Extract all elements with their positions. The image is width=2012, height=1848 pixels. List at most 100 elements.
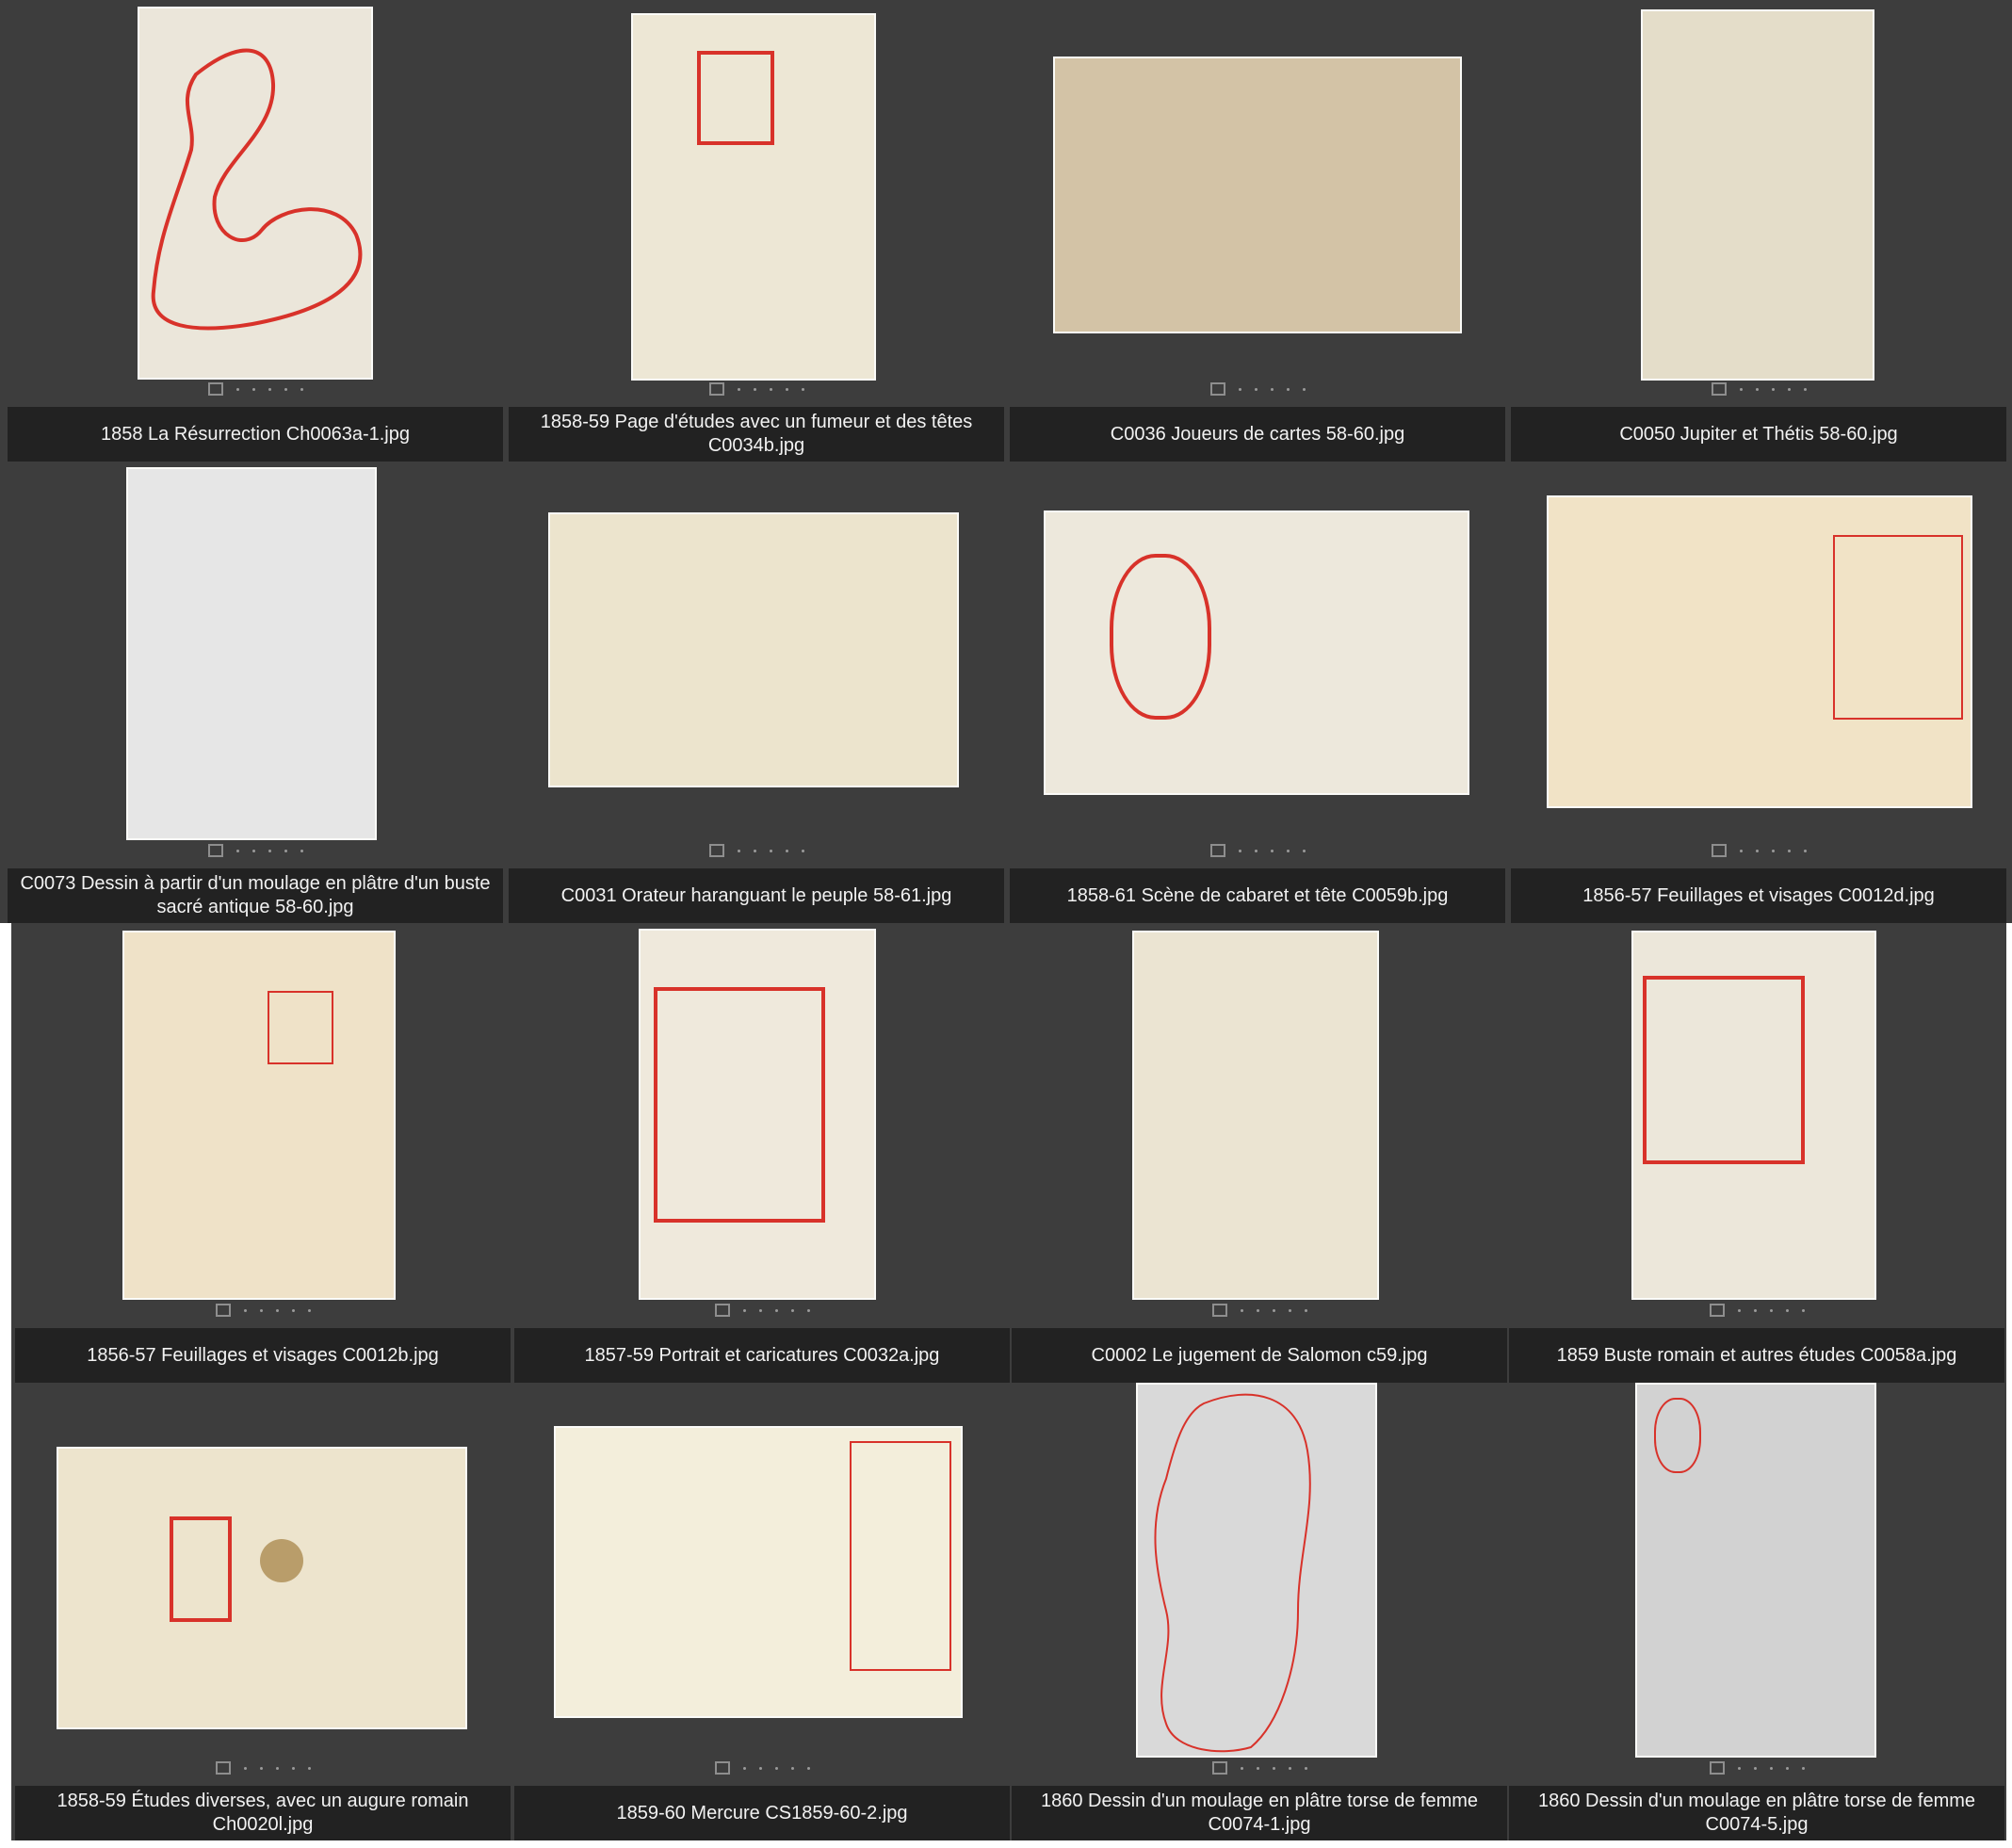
select-checkbox[interactable]	[1709, 1761, 1725, 1775]
thumbnail-image[interactable]	[1134, 932, 1377, 1298]
thumbnail-rating[interactable]	[15, 1759, 511, 1776]
thumbnail-frame	[1010, 4, 1505, 377]
thumbnail-rating[interactable]	[509, 381, 1004, 397]
thumbnail-caption: C0073 Dessin à partir d'un moulage en pl…	[8, 868, 503, 923]
select-checkbox[interactable]	[1209, 382, 1225, 396]
thumbnail-image[interactable]	[641, 931, 874, 1298]
thumbnail-paper	[1134, 932, 1377, 1298]
annotation-rectangle	[1643, 976, 1805, 1164]
thumbnail-image[interactable]	[58, 1449, 465, 1727]
thumbnail-frame	[15, 925, 511, 1298]
thumbnail-caption: 1856-57 Feuillages et visages C0012d.jpg	[1511, 868, 2006, 923]
thumbnail-image[interactable]	[1055, 58, 1460, 332]
thumbnail-cell[interactable]: 1856-57 Feuillages et visages C0012b.jpg	[15, 925, 511, 1386]
thumbnail-cell[interactable]: 1856-57 Feuillages et visages C0012d.jpg	[1511, 465, 2006, 927]
thumbnail-rating[interactable]	[1509, 1302, 2004, 1319]
thumbnail-rating[interactable]	[1509, 1759, 2004, 1776]
thumbnail-caption: 1858-59 Études diverses, avec un augure …	[15, 1786, 511, 1840]
thumbnail-rating[interactable]	[1012, 1759, 1507, 1776]
thumbnail-cell[interactable]: 1858-61 Scène de cabaret et tête C0059b.…	[1010, 465, 1505, 927]
select-checkbox[interactable]	[1711, 382, 1727, 396]
thumbnail-image[interactable]	[139, 8, 371, 378]
thumbnail-rating[interactable]	[1010, 381, 1505, 397]
select-checkbox[interactable]	[1711, 844, 1727, 857]
select-checkbox[interactable]	[1211, 1304, 1227, 1317]
thumbnail-frame	[1012, 925, 1507, 1298]
thumbnail-cell[interactable]: 1858 La Résurrection Ch0063a-1.jpg	[8, 4, 503, 465]
thumbnail-paper	[1643, 11, 1873, 379]
thumbnail-cell[interactable]: C0031 Orateur haranguant le peuple 58-61…	[509, 465, 1004, 927]
thumbnail-caption: 1858 La Résurrection Ch0063a-1.jpg	[8, 407, 503, 462]
thumbnail-image[interactable]	[1046, 512, 1468, 793]
thumbnail-frame	[1012, 1383, 1507, 1756]
thumbnail-frame	[509, 465, 1004, 838]
thumbnail-frame	[1511, 4, 2006, 379]
thumbnail-cell[interactable]: C0002 Le jugement de Salomon c59.jpg	[1012, 925, 1507, 1386]
thumbnail-image[interactable]	[124, 932, 394, 1298]
thumbnail-rating[interactable]	[1010, 842, 1505, 859]
thumbnail-paper	[1046, 512, 1468, 793]
thumbnail-caption: 1857-59 Portrait et caricatures C0032a.j…	[514, 1328, 1010, 1383]
select-checkbox[interactable]	[207, 382, 223, 396]
thumbnail-rating[interactable]	[15, 1302, 511, 1319]
thumbnail-paper	[58, 1449, 465, 1727]
annotation-rectangle	[697, 51, 774, 145]
thumbnail-image[interactable]	[550, 514, 957, 786]
thumbnail-image[interactable]	[1643, 11, 1873, 379]
thumbnail-image[interactable]	[556, 1428, 961, 1716]
select-checkbox[interactable]	[714, 1304, 730, 1317]
select-checkbox[interactable]	[207, 844, 223, 857]
annotation-rectangle	[1833, 535, 1963, 720]
thumbnail-caption: 1860 Dessin d'un moulage en plâtre torse…	[1509, 1786, 2004, 1840]
thumbnail-rating[interactable]	[8, 381, 503, 397]
annotation-outline	[1654, 1398, 1701, 1473]
thumbnail-rating[interactable]	[514, 1759, 1010, 1776]
thumbnail-rating[interactable]	[1012, 1302, 1507, 1319]
thumbnail-frame	[8, 465, 503, 838]
thumbnail-frame	[1509, 1383, 2004, 1756]
thumbnail-cell[interactable]: C0050 Jupiter et Thétis 58-60.jpg	[1511, 4, 2006, 465]
select-checkbox[interactable]	[708, 382, 724, 396]
thumbnail-caption: C0050 Jupiter et Thétis 58-60.jpg	[1511, 407, 2006, 462]
thumbnail-image[interactable]	[1633, 932, 1874, 1298]
thumbnail-cell[interactable]: 1860 Dessin d'un moulage en plâtre torse…	[1012, 1383, 1507, 1844]
thumbnail-rating[interactable]	[514, 1302, 1010, 1319]
annotation-outline	[1110, 554, 1211, 720]
select-checkbox[interactable]	[708, 844, 724, 857]
thumbnail-cell[interactable]: 1859-60 Mercure CS1859-60-2.jpg	[514, 1383, 1010, 1844]
thumbnail-cell[interactable]: 1859 Buste romain et autres études C0058…	[1509, 925, 2004, 1386]
thumbnail-rating[interactable]	[1511, 381, 2006, 397]
thumbnail-frame	[1511, 465, 2006, 838]
select-checkbox[interactable]	[1709, 1304, 1725, 1317]
thumbnail-rating[interactable]	[1511, 842, 2006, 859]
thumbnail-frame	[514, 1383, 1010, 1756]
thumbnail-cell[interactable]: C0036 Joueurs de cartes 58-60.jpg	[1010, 4, 1505, 465]
thumbnail-frame	[8, 4, 503, 378]
annotation-rectangle	[850, 1441, 951, 1671]
thumbnail-paper	[550, 514, 957, 786]
thumbnail-image[interactable]	[633, 15, 874, 379]
thumbnail-image[interactable]	[1138, 1385, 1375, 1756]
thumbnail-paper	[128, 469, 375, 838]
thumbnail-cell[interactable]: 1858-59 Page d'études avec un fumeur et …	[509, 4, 1004, 465]
thumbnail-cell[interactable]: 1858-59 Études diverses, avec un augure …	[15, 1383, 511, 1844]
thumbnail-rating[interactable]	[8, 842, 503, 859]
thumbnail-cell[interactable]: 1857-59 Portrait et caricatures C0032a.j…	[514, 925, 1010, 1386]
thumbnail-cell[interactable]: C0073 Dessin à partir d'un moulage en pl…	[8, 465, 503, 927]
thumbnail-cell[interactable]: 1860 Dessin d'un moulage en plâtre torse…	[1509, 1383, 2004, 1844]
select-checkbox[interactable]	[215, 1304, 231, 1317]
thumbnail-image[interactable]	[1549, 497, 1971, 806]
thumbnail-caption: 1859-60 Mercure CS1859-60-2.jpg	[514, 1786, 1010, 1840]
thumbnail-image[interactable]	[128, 469, 375, 838]
select-checkbox[interactable]	[1209, 844, 1225, 857]
thumbnail-frame	[15, 1383, 511, 1756]
select-checkbox[interactable]	[714, 1761, 730, 1775]
select-checkbox[interactable]	[215, 1761, 231, 1775]
annotation-rectangle	[268, 991, 333, 1064]
thumbnail-frame	[514, 925, 1010, 1298]
thumbnail-rating[interactable]	[509, 842, 1004, 859]
select-checkbox[interactable]	[1211, 1761, 1227, 1775]
thumbnail-image[interactable]	[1637, 1385, 1874, 1756]
stain-mark	[260, 1539, 303, 1582]
thumbnail-caption: 1860 Dessin d'un moulage en plâtre torse…	[1012, 1786, 1507, 1840]
